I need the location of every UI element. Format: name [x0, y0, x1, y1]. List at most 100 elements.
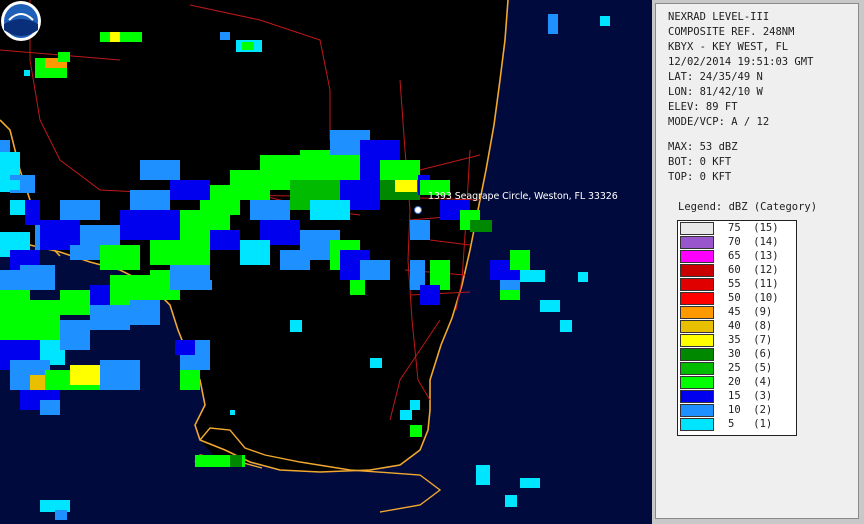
radar-echo: [70, 365, 100, 385]
product-name: NEXRAD LEVEL-III: [668, 11, 770, 23]
radar-echo: [310, 200, 350, 220]
radar-echo: [540, 300, 560, 312]
radar-echo: [578, 272, 588, 282]
legend-row: 30 (6): [679, 348, 795, 362]
radar-echo: [500, 290, 520, 300]
radar-echo: [30, 300, 60, 340]
radar-echo: [20, 265, 55, 290]
radar-echo: [10, 200, 25, 215]
radar-echo: [60, 320, 90, 350]
station-lat: LAT: 24/35/49 N: [668, 71, 763, 83]
radar-echo: [40, 400, 60, 415]
legend-row: 60 (12): [679, 264, 795, 278]
legend-swatch: [680, 418, 714, 431]
radar-echo: [470, 220, 492, 232]
legend-label: 30 (6): [728, 348, 773, 360]
legend-row: 35 (7): [679, 334, 795, 348]
radar-echo: [220, 32, 230, 40]
radar-echo: [60, 200, 100, 220]
legend-swatch: [680, 320, 714, 333]
radar-echo: [180, 370, 200, 390]
radar-echo: [100, 32, 110, 42]
legend-label: 75 (15): [728, 222, 779, 234]
legend-swatch: [680, 390, 714, 403]
legend-row: 15 (3): [679, 390, 795, 404]
legend-label: 25 (5): [728, 362, 773, 374]
legend-label: 5 (1): [728, 418, 773, 430]
legend-label: 60 (12): [728, 264, 779, 276]
scan-datetime: 12/02/2014 19:51:03 GMT: [668, 56, 814, 68]
radar-echo: [350, 280, 365, 295]
station-lon: LON: 81/42/10 W: [668, 86, 763, 98]
radar-echo: [290, 320, 302, 332]
legend-label: 20 (4): [728, 376, 773, 388]
radar-echo: [520, 270, 545, 282]
legend-swatch: [680, 348, 714, 361]
legend-row: 10 (2): [679, 404, 795, 418]
radar-echo: [280, 250, 310, 270]
radar-echo: [0, 180, 20, 190]
legend-row: 65 (13): [679, 250, 795, 264]
radar-echo: [210, 230, 240, 250]
radar-echo: [45, 68, 67, 78]
legend-label: 40 (8): [728, 320, 773, 332]
radar-echo: [55, 510, 67, 520]
legend-row: 50 (10): [679, 292, 795, 306]
location-marker-label: 1393 Seagrape Circle, Weston, FL 33326: [428, 191, 618, 202]
legend-swatch: [680, 334, 714, 347]
radar-echo: [240, 240, 270, 265]
radar-echo: [175, 340, 195, 355]
legend-label: 70 (14): [728, 236, 779, 248]
legend: 75 (15) 70 (14) 65 (13) 60 (12) 55 (11) 50 (1…: [677, 220, 797, 436]
info-panel: NEXRAD LEVEL-III COMPOSITE REF. 248NM KB…: [655, 3, 859, 519]
radar-echo: [420, 285, 440, 305]
radar-map[interactable]: 1393 Seagrape Circle, Weston, FL 33326: [0, 0, 652, 524]
radar-echo: [230, 455, 242, 467]
radar-echo: [242, 42, 254, 50]
legend-swatch: [680, 222, 714, 235]
radar-echo: [560, 320, 572, 332]
radar-echo: [120, 32, 142, 42]
radar-echo: [400, 410, 412, 420]
legend-row: 75 (15): [679, 222, 795, 236]
legend-swatch: [680, 264, 714, 277]
legend-swatch: [680, 362, 714, 375]
legend-row: 5 (1): [679, 418, 795, 432]
noaa-logo: [1, 1, 41, 41]
radar-echo: [250, 200, 290, 220]
legend-label: 15 (3): [728, 390, 773, 402]
radar-echo: [58, 52, 70, 62]
legend-swatch: [680, 306, 714, 319]
radar-echo: [410, 400, 420, 410]
legend-swatch: [680, 292, 714, 305]
radar-echo: [90, 305, 130, 330]
radar-echo: [100, 245, 140, 270]
legend-swatch: [680, 376, 714, 389]
top-kft: TOP: 0 KFT: [668, 171, 732, 183]
radar-echo: [548, 14, 558, 34]
legend-label: 55 (11): [728, 278, 779, 290]
radar-echo: [0, 140, 10, 152]
legend-swatch: [680, 278, 714, 291]
station-site: KBYX - KEY WEST, FL: [668, 41, 789, 53]
legend-title: Legend: dBZ (Category): [678, 201, 818, 213]
radar-echo: [520, 478, 540, 488]
location-marker-icon[interactable]: [414, 206, 422, 214]
legend-label: 65 (13): [728, 250, 779, 262]
radar-echo: [130, 190, 170, 210]
radar-echo: [600, 16, 610, 26]
legend-row: 20 (4): [679, 376, 795, 390]
radar-echo: [100, 360, 140, 390]
mode-vcp: MODE/VCP: A / 12: [668, 116, 770, 128]
radar-echo: [510, 250, 530, 270]
legend-row: 70 (14): [679, 236, 795, 250]
legend-swatch: [680, 236, 714, 249]
radar-echo: [395, 180, 417, 192]
max-dbz: MAX: 53 dBZ: [668, 141, 738, 153]
radar-echo: [25, 200, 40, 225]
radar-echo: [476, 465, 490, 485]
radar-echo: [410, 220, 430, 240]
legend-label: 10 (2): [728, 404, 773, 416]
radar-echoes: [0, 14, 610, 520]
legend-label: 50 (10): [728, 292, 779, 304]
